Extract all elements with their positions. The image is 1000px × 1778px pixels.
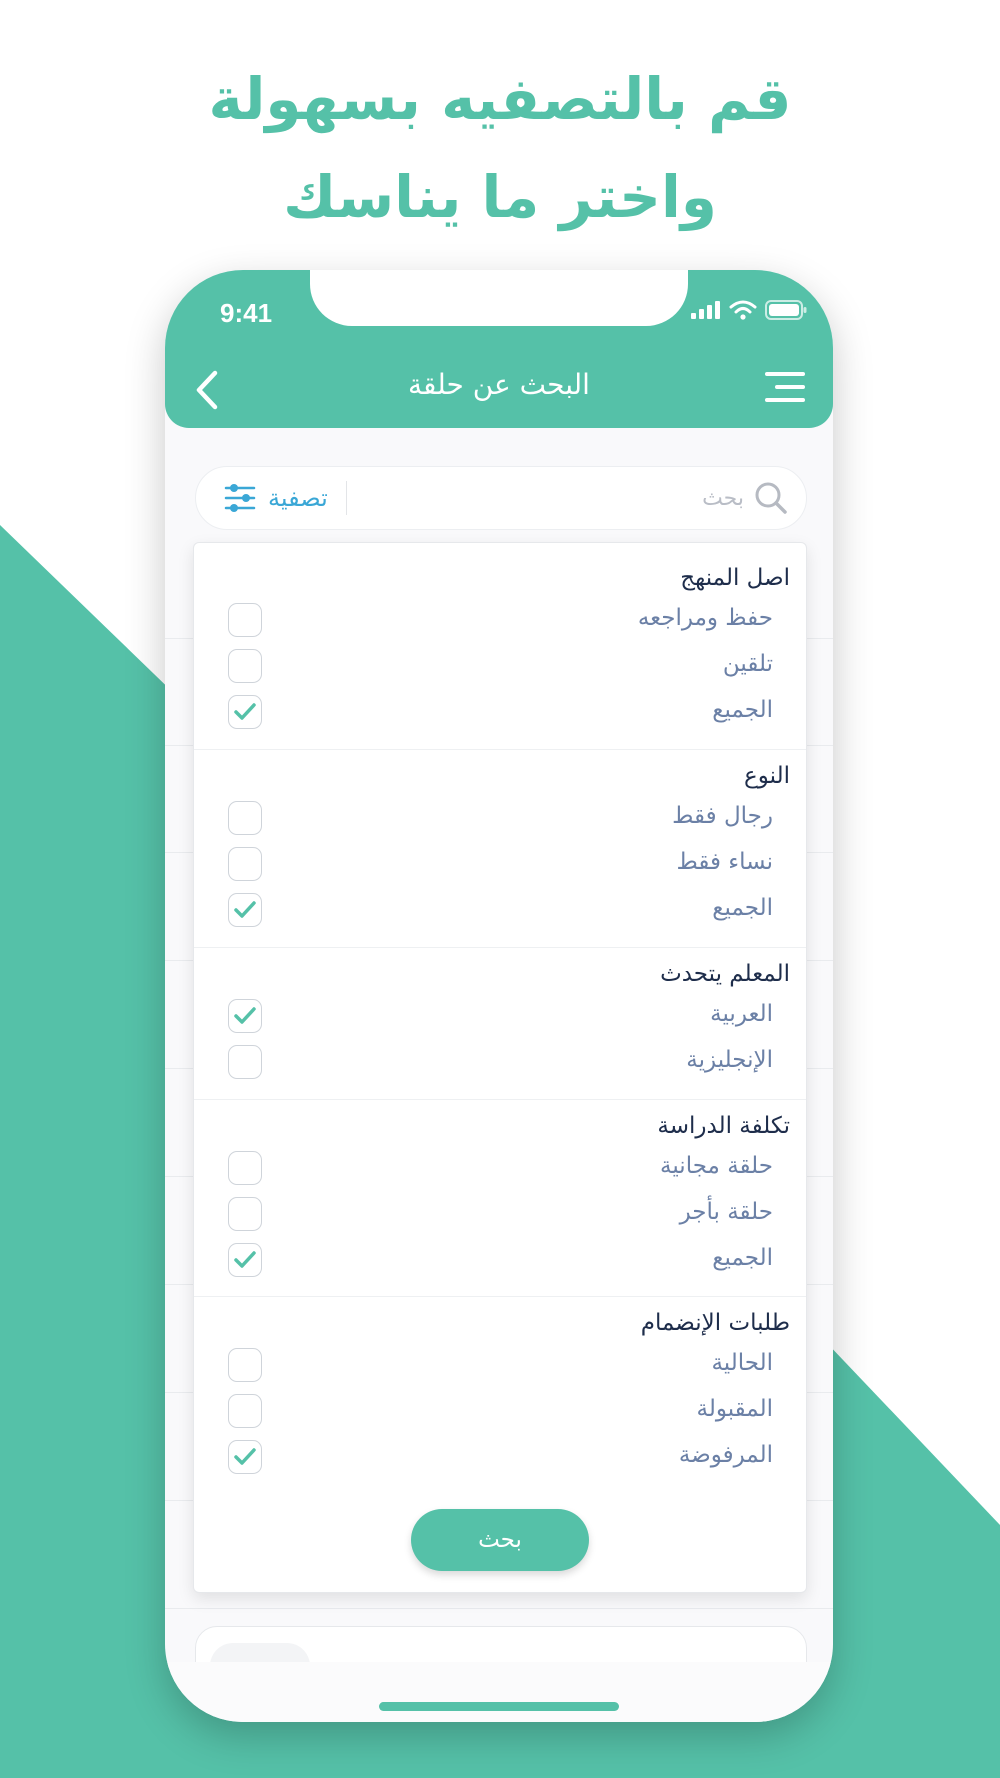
filter-option-label: الجميع [712,895,773,921]
filter-option[interactable]: رجال فقط [194,797,806,841]
home-indicator [379,1702,619,1711]
filter-option[interactable]: الجميع [194,1239,806,1283]
filter-checkbox[interactable] [228,1440,262,1474]
checkmark-icon [234,1007,256,1024]
filter-checkbox[interactable] [228,1394,262,1428]
section-divider [194,1099,806,1100]
status-icons [691,300,807,320]
filter-checkbox[interactable] [228,847,262,881]
search-bar: تصفية [195,466,807,530]
promo-line-1: قم بالتصفيه بسهولة [208,65,792,133]
filter-search-button[interactable]: بحث [411,1509,589,1571]
bottom-area [165,1662,833,1722]
wifi-icon [729,300,757,320]
filter-checkbox[interactable] [228,1348,262,1382]
filter-option-label: المقبولة [696,1396,774,1422]
battery-icon [765,300,807,320]
filter-button[interactable]: تصفية [224,479,328,517]
filter-section-title: طلبات الإنضمام [640,1310,790,1336]
filter-option[interactable]: حفظ ومراجعه [194,599,806,643]
checkmark-icon [234,1251,256,1268]
status-time: 9:41 [220,298,273,328]
filter-checkbox[interactable] [228,999,262,1033]
filter-option[interactable]: حلقة مجانية [194,1147,806,1191]
filter-section-title: اصل المنهج [680,565,790,591]
filter-option[interactable]: العربية [194,995,806,1039]
section-divider [194,1296,806,1297]
filter-option-label: حفظ ومراجعه [637,605,773,631]
filter-section-title: المعلم يتحدث [660,961,790,987]
sliders-icon [224,484,256,512]
filter-option-label: المرفوضة [678,1442,773,1468]
filter-option[interactable]: المقبولة [194,1390,806,1434]
checkmark-icon [234,703,256,720]
promo-line-2: واختر ما يناسك [283,163,717,231]
filter-option-label: الجميع [712,697,773,723]
filter-checkbox[interactable] [228,649,262,683]
filter-checkbox[interactable] [228,1045,262,1079]
search-icon [755,482,787,514]
page-title: البحث عن حلقة [408,368,590,401]
phone-frame: 9:41 البحث عن حلقة بحث تصفية اصل المنهج … [165,270,833,1722]
filter-option[interactable]: حلقة بأجر [194,1193,806,1237]
filter-checkbox[interactable] [228,1197,262,1231]
search-input[interactable] [462,477,746,519]
filter-option[interactable]: الجميع [194,889,806,933]
filter-option-label: الإنجليزية [686,1047,773,1073]
filter-checkbox[interactable] [228,1243,262,1277]
filter-checkbox[interactable] [228,603,262,637]
signal-icon [691,301,720,319]
filter-option-label: نساء فقط [676,849,773,875]
section-divider [194,947,806,948]
filter-section-title: تكلفة الدراسة [657,1113,790,1139]
filter-panel: اصل المنهج حفظ ومراجعه تلقين الجميع النوع رجا… [193,542,807,1593]
filter-option[interactable]: نساء فقط [194,843,806,887]
filter-option[interactable]: الإنجليزية [194,1041,806,1085]
filter-option-label: تلقين [722,651,773,677]
filter-checkbox[interactable] [228,801,262,835]
filter-option[interactable]: الحالية [194,1344,806,1388]
filter-checkbox[interactable] [228,1151,262,1185]
menu-icon[interactable] [763,370,805,404]
filter-checkbox[interactable] [228,695,262,729]
filter-option-label: الحالية [711,1350,773,1376]
phone-notch [310,270,688,326]
checkmark-icon [234,1448,256,1465]
filter-option-label: العربية [710,1001,773,1027]
section-divider [194,749,806,750]
checkmark-icon [234,901,256,918]
promo-headline: قم بالتصفيه بسهولة واختر ما يناسك [0,50,1000,246]
filter-checkbox[interactable] [228,893,262,927]
search-divider [346,481,347,515]
filter-option-label: الجميع [712,1245,773,1271]
filter-label: تصفية [268,484,328,512]
filter-option[interactable]: المرفوضة [194,1436,806,1480]
filter-option[interactable]: الجميع [194,691,806,735]
filter-option-label: رجال فقط [672,803,773,829]
filter-option-label: حلقة مجانية [660,1153,773,1179]
list-divider [165,1608,833,1609]
filter-option-label: حلقة بأجر [679,1199,773,1225]
filter-option[interactable]: تلقين [194,645,806,689]
filter-section-title: النوع [744,763,790,789]
